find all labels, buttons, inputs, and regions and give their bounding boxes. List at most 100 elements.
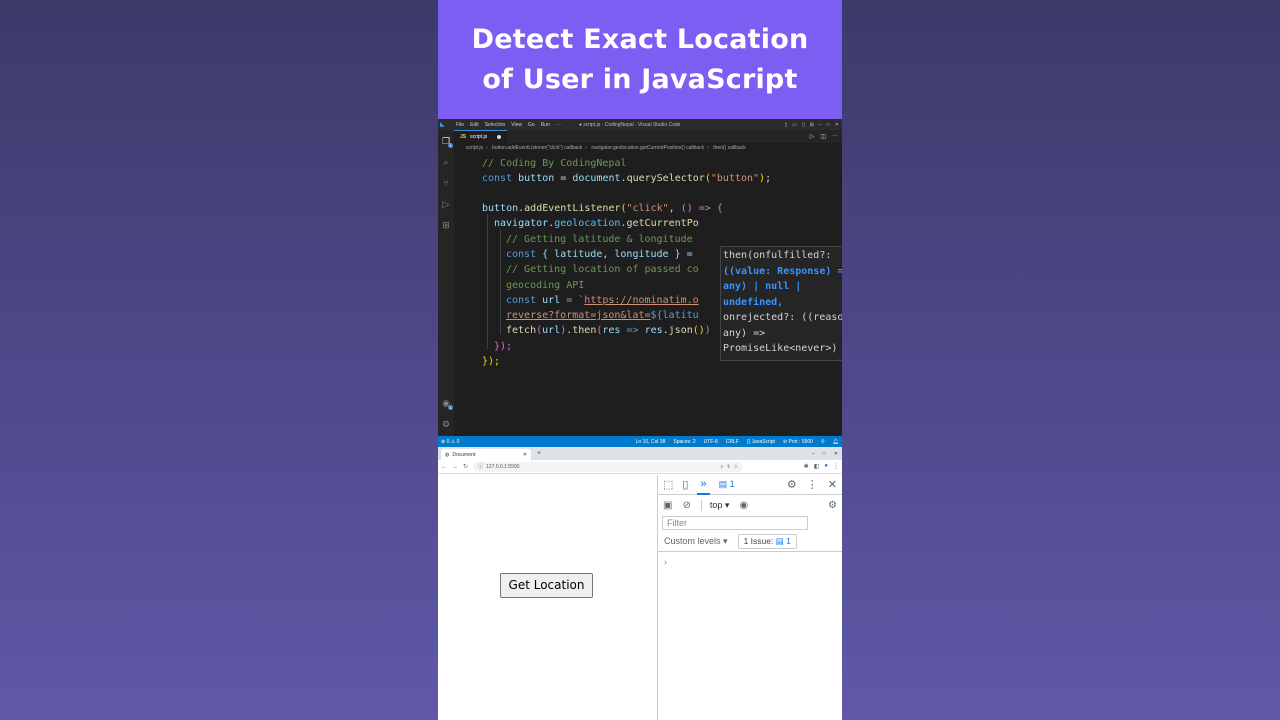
menu-go[interactable]: Go [528, 122, 535, 128]
language-mode[interactable]: {} JavaScript [747, 439, 775, 445]
forward-icon[interactable]: → [452, 464, 458, 470]
close-tab-icon[interactable]: ✕ [523, 452, 527, 458]
minimize-icon[interactable]: – [819, 122, 822, 128]
log-levels-bar: Custom levels ▾ 1 Issue: ▤ 1 [658, 532, 842, 552]
live-server-port[interactable]: ⊘ Port : 5500 [783, 439, 813, 445]
new-tab-button[interactable]: + [537, 450, 541, 457]
layout-sidebar-icon[interactable]: ▯ [802, 122, 805, 128]
menu-view[interactable]: View [511, 122, 522, 128]
devtools-settings-icon[interactable]: ⚙ [787, 478, 797, 491]
accounts-badge: 1 [448, 405, 453, 410]
extensions-icon[interactable]: ⊞ [438, 218, 454, 232]
globe-icon: ◍ [445, 451, 450, 458]
code-line-5: navigator.geolocation.getCurrentPo [494, 218, 699, 229]
devtools-menu-icon[interactable]: ⋮ [807, 478, 818, 491]
address-bar[interactable]: ⓘ 127.0.0.1:5500 ⌕ ⇪ ☆ [473, 461, 744, 472]
menu-edit[interactable]: Edit [470, 122, 479, 128]
code-line-11: reverse?format=json&lat=${latitu [506, 310, 699, 321]
breadcrumb-file[interactable]: script.js [466, 145, 483, 151]
share-icon[interactable]: ⇪ [726, 464, 730, 470]
breadcrumb-callback-3[interactable]: then() callback [713, 145, 746, 151]
devtools-close-icon[interactable]: ✕ [828, 478, 837, 491]
code-line-9: geocoding API [506, 280, 585, 291]
log-levels-dropdown[interactable]: Custom levels ▾ [664, 536, 728, 547]
clear-console-icon[interactable]: ⊘ [682, 500, 690, 511]
issue-icon: ▤ [775, 536, 784, 546]
info-icon: ⓘ [478, 464, 484, 470]
explorer-badge: 1 [448, 143, 453, 148]
run-debug-icon[interactable]: ▷ [438, 197, 454, 211]
settings-gear-icon[interactable]: ⚙ [438, 417, 454, 431]
menu-more[interactable]: ··· [556, 122, 561, 128]
close-icon[interactable]: ✕ [835, 122, 839, 128]
problems-status[interactable]: ⊗ 0 ⚠ 0 [441, 439, 459, 445]
console-filter-input[interactable]: Filter [662, 516, 808, 530]
device-toolbar-icon[interactable]: ▯ [682, 478, 688, 491]
page-viewport: Get Location [438, 475, 657, 720]
title-line-2: of User in JavaScript [482, 63, 798, 95]
breadcrumb-callback-1[interactable]: button.addEventListener("click") callbac… [492, 145, 582, 151]
code-line-10: const url = `https://nominatim.o [506, 295, 699, 306]
vscode-window: ◣ File Edit Selection View Go Run ··· ● … [438, 119, 842, 447]
layout-panel-icon[interactable]: ▭ [792, 122, 797, 128]
back-icon[interactable]: ← [441, 464, 447, 470]
issues-chip[interactable]: 1 Issue: ▤ 1 [737, 534, 797, 549]
sidebar-icon[interactable]: ◧ [814, 463, 820, 470]
live-expression-eye-icon[interactable]: ◉ [739, 500, 748, 511]
accounts-icon[interactable]: ◉ 1 [438, 396, 454, 410]
code-editor[interactable]: // Coding By CodingNepal const button = … [454, 154, 842, 436]
code-line-12: fetch(url).then(res => res.json()) [506, 325, 711, 336]
status-bar: ⊗ 0 ⚠ 0 Ln 10, Col 38 Spaces: 2 UTF-8 CR… [438, 436, 842, 447]
context-select[interactable]: top ▾ [700, 499, 729, 511]
eol-status[interactable]: CRLF [726, 439, 739, 445]
search-icon[interactable]: ⌕ [438, 155, 454, 169]
inspect-element-icon[interactable]: ⬚ [663, 478, 673, 491]
unsaved-dot-icon[interactable] [497, 135, 502, 139]
run-file-icon[interactable]: ▷ [810, 133, 815, 140]
menu-selection[interactable]: Selection [485, 122, 506, 128]
devtools-panel: ⬚ ▯ » ▤ 1 ⚙ ⋮ ✕ ▣ ⊘ top ▾ ◉ ⚙ Filter Cus… [657, 475, 842, 720]
profile-avatar[interactable]: ● [824, 463, 828, 470]
browser-maximize-icon[interactable]: □ [823, 451, 826, 457]
console-settings-icon[interactable]: ⚙ [828, 500, 837, 511]
explorer-icon[interactable]: ❐ 1 [438, 134, 454, 148]
menu-run[interactable]: Run [541, 122, 550, 128]
reload-icon[interactable]: ↻ [463, 463, 468, 470]
zoom-icon[interactable]: ⌕ [721, 464, 724, 470]
issues-counter[interactable]: ▤ 1 [719, 479, 735, 490]
layout-icon[interactable]: ▯ [785, 122, 788, 128]
tooltip-line-6: any) => [723, 327, 766, 339]
source-control-icon[interactable]: ⑂ [438, 176, 454, 190]
browser-menu-icon[interactable]: ⋮ [833, 463, 839, 470]
browser-tab[interactable]: ◍ Document ✕ [441, 449, 531, 460]
menu-file[interactable]: File [456, 122, 464, 128]
encoding-status[interactable]: UTF-8 [704, 439, 718, 445]
console-prompt[interactable]: › [658, 552, 842, 572]
cursor-position[interactable]: Ln 10, Col 38 [636, 439, 666, 445]
breadcrumb-callback-2[interactable]: navigator.geolocation.getCurrentPosition… [591, 145, 704, 151]
browser-toolbar: ← → ↻ ⓘ 127.0.0.1:5500 ⌕ ⇪ ☆ ✱ ◧ ● ⋮ [438, 460, 842, 474]
maximize-icon[interactable]: □ [827, 122, 830, 128]
extensions-puzzle-icon[interactable]: ✱ [804, 463, 809, 470]
more-tabs-icon[interactable]: » [697, 475, 710, 495]
sidebar-toggle-icon[interactable]: ▣ [663, 500, 672, 511]
notifications-bell-icon[interactable]: 🔔︎ [833, 439, 839, 445]
window-title: ● script.js - CodingNepal - Visual Studi… [578, 121, 681, 128]
browser-window: ◍ Document ✕ + – □ ✕ ← → ↻ ⓘ 127.0.0.1:5… [438, 447, 842, 720]
code-line-1: // Coding By CodingNepal [482, 158, 627, 169]
signature-help-tooltip: then(onfulfilled?: ((value: Response) =>… [720, 246, 842, 361]
vscode-titlebar: ◣ File Edit Selection View Go Run ··· ● … [438, 119, 842, 130]
bookmark-star-icon[interactable]: ☆ [734, 464, 738, 470]
code-line-13: }); [494, 341, 513, 352]
get-location-button[interactable]: Get Location [500, 573, 593, 598]
browser-minimize-icon[interactable]: – [812, 451, 815, 457]
feedback-icon[interactable]: ⚲ [821, 439, 825, 445]
customize-layout-icon[interactable]: ⊞ [810, 122, 814, 128]
browser-tab-strip: ◍ Document ✕ + – □ ✕ [438, 447, 842, 460]
browser-close-icon[interactable]: ✕ [834, 451, 838, 457]
more-actions-icon[interactable]: ··· [832, 133, 838, 140]
indentation-status[interactable]: Spaces: 2 [673, 439, 695, 445]
split-editor-icon[interactable]: ◫ [820, 133, 826, 140]
tab-script-js[interactable]: JS script.js [454, 130, 508, 143]
code-line-6: // Getting latitude & longitude [506, 234, 693, 245]
